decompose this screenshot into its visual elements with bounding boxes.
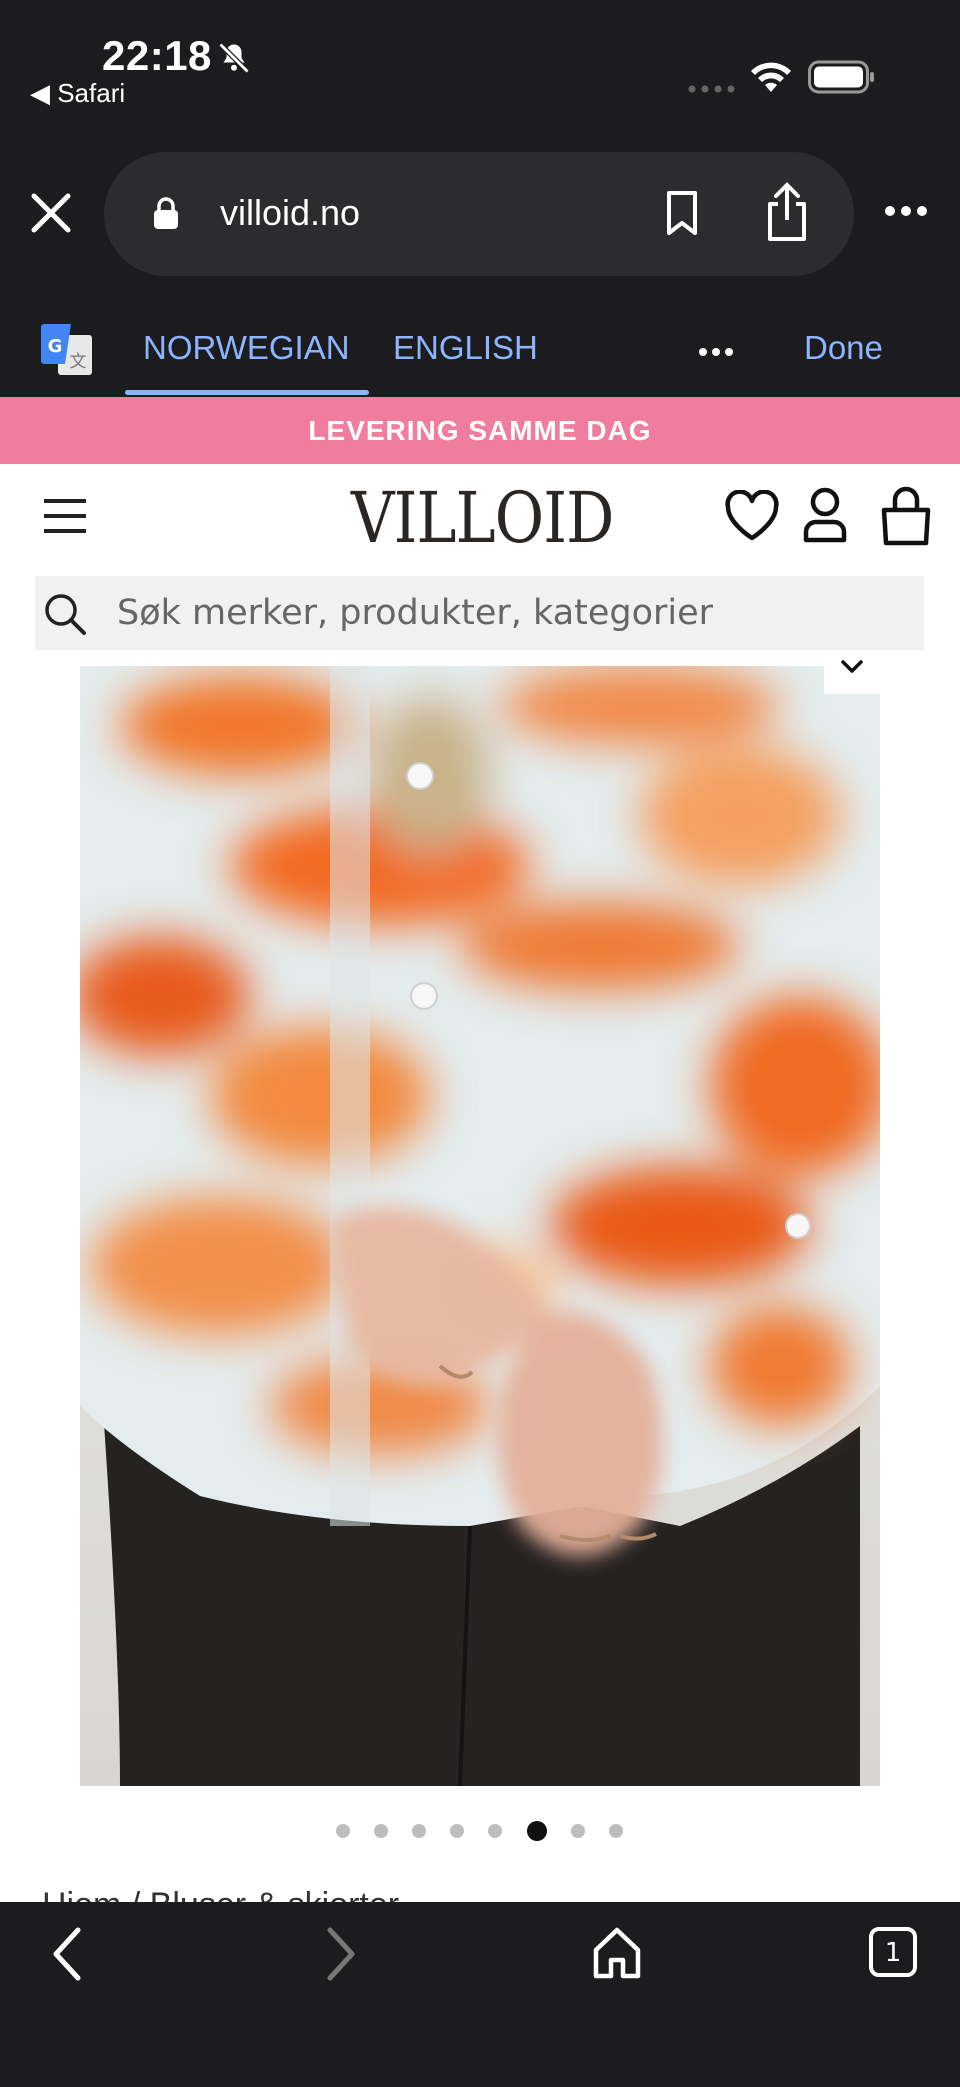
product-photo: [80, 666, 880, 1786]
search-icon: [45, 594, 86, 635]
carousel-dot[interactable]: [450, 1824, 464, 1838]
url-text[interactable]: villoid.no: [220, 192, 360, 234]
tabs-icon[interactable]: 1: [868, 1926, 918, 1978]
done-button[interactable]: Done: [804, 329, 883, 367]
carousel-dot[interactable]: [412, 1824, 426, 1838]
product-image[interactable]: [80, 666, 880, 1786]
image-expand-button[interactable]: [824, 652, 880, 694]
close-icon[interactable]: [28, 190, 74, 236]
browser-toolbar: villoid.no: [0, 140, 960, 295]
bookmark-icon[interactable]: [662, 190, 702, 236]
google-translate-icon[interactable]: G文: [40, 323, 94, 377]
carousel-dot[interactable]: [488, 1824, 502, 1838]
home-icon[interactable]: [592, 1926, 642, 1980]
carousel-dot[interactable]: [336, 1824, 350, 1838]
translate-bar: G文 NORWEGIAN ENGLISH Done: [0, 295, 960, 397]
bag-icon[interactable]: [878, 486, 934, 546]
wifi-icon: [751, 62, 791, 92]
lock-icon: [154, 197, 178, 229]
signal-icon: [688, 85, 735, 93]
carousel-dots: [0, 1818, 960, 1842]
site-header: VILLOID: [0, 464, 960, 570]
browser-bottom-toolbar: 1: [0, 1902, 960, 2087]
svg-text:文: 文: [70, 352, 87, 372]
user-icon[interactable]: [802, 486, 848, 544]
promo-banner[interactable]: LEVERING SAMME DAG: [0, 397, 960, 464]
carousel-dot-active[interactable]: [527, 1821, 547, 1841]
chevron-down-icon: [841, 660, 863, 673]
tab-english[interactable]: ENGLISH: [393, 329, 538, 367]
more-icon[interactable]: [884, 204, 928, 218]
back-icon[interactable]: [50, 1926, 84, 1982]
svg-text:1: 1: [885, 1938, 902, 1968]
menu-icon[interactable]: [42, 496, 88, 536]
search-bar[interactable]: [35, 576, 924, 650]
status-bar: 22:18 ◀ Safari: [0, 0, 960, 140]
forward-icon[interactable]: [324, 1926, 358, 1982]
heart-icon[interactable]: [724, 490, 780, 542]
status-time: 22:18: [102, 32, 212, 79]
back-to-app-link[interactable]: ◀ Safari: [30, 78, 125, 109]
svg-text:G: G: [48, 336, 63, 357]
active-tab-indicator: [125, 390, 369, 395]
site-logo[interactable]: VILLOID: [351, 478, 614, 558]
share-icon[interactable]: [764, 182, 810, 242]
address-bar[interactable]: villoid.no: [104, 152, 854, 276]
carousel-dot[interactable]: [609, 1824, 623, 1838]
carousel-dot[interactable]: [374, 1824, 388, 1838]
bell-slash-icon: [218, 42, 250, 74]
battery-icon: [808, 60, 874, 94]
translate-more-icon[interactable]: [698, 347, 734, 357]
carousel-dot[interactable]: [571, 1824, 585, 1838]
search-input[interactable]: [117, 576, 897, 650]
tab-norwegian[interactable]: NORWEGIAN: [143, 329, 350, 367]
